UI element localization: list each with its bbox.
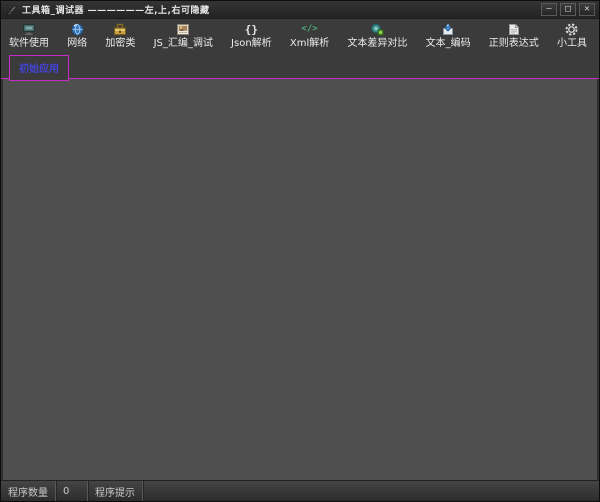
toolbar-item-xml-parse[interactable]: </> Xml解析 <box>288 21 331 51</box>
json-braces-icon: {} <box>244 23 258 36</box>
titlebar: 工具箱_调试器 ——————左,上,右可隐藏 – □ ✕ <box>1 1 599 19</box>
toolbar-label: JS_汇编_调试 <box>153 38 213 49</box>
toolbar-label: 加密类 <box>105 38 136 49</box>
js-asm-debug-icon <box>176 22 190 37</box>
toolbar-item-json-parse[interactable]: {} Json解析 <box>229 21 274 51</box>
minimize-button[interactable]: – <box>541 3 557 16</box>
main-toolbar: 软件使用 网络 加密类 JS_汇编_调试 {} Json解析 </> Xml解析… <box>1 19 599 52</box>
toolbar-item-small-tools[interactable]: 小工具 <box>555 21 589 51</box>
tab-initial-app[interactable]: 初始应用 <box>9 55 69 81</box>
window-title: 工具箱_调试器 ——————左,上,右可隐藏 <box>22 6 210 16</box>
regex-document-icon <box>508 22 520 37</box>
maximize-button[interactable]: □ <box>560 3 576 16</box>
globe-icon <box>71 22 84 37</box>
toolbar-item-js-asm-debug[interactable]: JS_汇编_调试 <box>152 21 215 51</box>
toolbar-label: 软件使用 <box>9 38 49 49</box>
toolbar-label: Xml解析 <box>289 38 330 49</box>
app-logo-icon <box>7 5 17 15</box>
text-diff-icon <box>370 22 384 37</box>
status-bar-filler <box>143 481 599 501</box>
toolbar-label: Json解析 <box>231 38 272 49</box>
toolbar-item-encryption[interactable]: 加密类 <box>103 21 137 51</box>
toolbar-item-regex[interactable]: 正则表达式 <box>487 21 541 51</box>
status-bar: 程序数量 0 程序提示 <box>1 480 599 501</box>
main-content-area <box>1 79 599 480</box>
gear-icon <box>565 22 578 37</box>
program-count-value: 0 <box>56 481 88 501</box>
encryption-icon <box>113 22 127 37</box>
tab-bar: 初始应用 <box>1 52 599 81</box>
close-button[interactable]: ✕ <box>579 3 595 16</box>
software-usage-icon <box>22 22 36 37</box>
xml-code-tags-icon: </> <box>301 24 318 34</box>
toolbar-item-text-diff[interactable]: 文本差异对比 <box>345 21 409 51</box>
toolbar-label: 文本差异对比 <box>347 38 408 49</box>
toolbar-item-text-encode[interactable]: 文本_编码 <box>424 21 473 51</box>
toolbar-label: 文本_编码 <box>425 38 471 49</box>
toolbar-label: 小工具 <box>556 38 587 49</box>
toolbar-item-network[interactable]: 网络 <box>65 21 89 51</box>
toolbar-item-software-usage[interactable]: 软件使用 <box>7 21 51 51</box>
toolbar-label: 网络 <box>67 38 88 49</box>
program-count-label: 程序数量 <box>1 481 56 501</box>
text-encode-icon <box>441 22 455 37</box>
program-hint-label: 程序提示 <box>88 481 143 501</box>
app-window: 工具箱_调试器 ——————左,上,右可隐藏 – □ ✕ 软件使用 网络 加密类… <box>0 0 600 502</box>
toolbar-label: 正则表达式 <box>488 38 539 49</box>
window-controls: – □ ✕ <box>541 3 595 16</box>
